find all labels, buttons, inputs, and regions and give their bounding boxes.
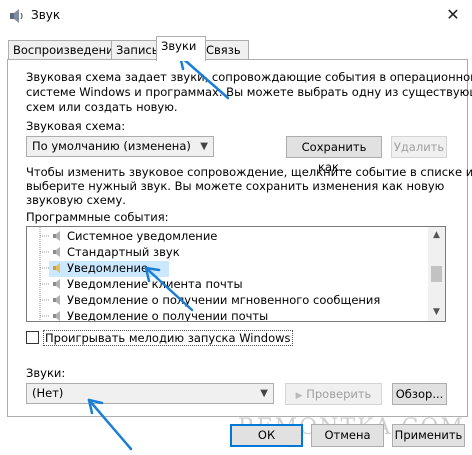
scheme-description-line-3: схем или создать новую. [26,100,178,114]
delete-button[interactable]: Удалить [391,136,447,158]
chevron-down-icon: ▼ [200,141,208,152]
speaker-icon [53,311,60,321]
scheme-description-line-1: Звуковая схема задает звуки, сопровождаю… [26,70,472,84]
browse-button[interactable]: Обзор... [392,383,447,405]
instruction-line-3: звуковую схему. [26,193,126,207]
cancel-button[interactable]: Отмена [311,424,384,447]
tab-recording[interactable]: Запись [111,40,162,60]
instruction-line-1: Чтобы изменить звуковое сопровождение, щ… [26,165,472,179]
scheme-select[interactable]: По умолчанию (изменена) ▼ [26,136,214,157]
scroll-down-icon[interactable]: ▼ [428,304,445,321]
tab-communications[interactable]: Связь [201,40,249,60]
ok-button[interactable]: ОК [230,424,303,447]
list-item-selected[interactable]: Уведомление [67,260,148,276]
speaker-icon [53,295,60,305]
close-icon[interactable]: ✕ [441,4,465,26]
list-item[interactable]: Уведомление клиента почты [67,276,243,292]
startup-sound-label[interactable]: Проигрывать мелодию запуска Windows [43,330,293,346]
tab-strip: Воспроизведение Запись Звуки Связь [8,36,468,61]
events-scrollbar[interactable]: ▲ ▼ [428,227,445,321]
sounds-label: Звуки: [26,366,66,380]
speaker-icon [53,279,60,289]
scheme-label: Звуковая схема: [26,119,126,133]
scrollbar-thumb[interactable] [431,266,442,282]
window-title: Звук [31,8,61,22]
list-item[interactable]: Уведомление о получении мгновенного сооб… [67,292,380,308]
startup-sound-checkbox[interactable] [26,331,39,344]
scheme-select-value: По умолчанию (изменена) [32,139,191,153]
sounds-select-value: (Нет) [32,386,64,400]
test-button[interactable]: ▶ Проверить [285,383,382,405]
list-item[interactable]: Уведомление о получении почты [67,308,268,321]
list-item[interactable]: Системное уведомление [67,228,217,244]
chevron-down-icon: ▼ [260,388,268,399]
list-item[interactable]: Стандартный звук [67,244,180,260]
tab-sounds[interactable]: Звуки [156,36,206,61]
save-as-button[interactable]: Сохранить как... [286,136,382,174]
tab-playback[interactable]: Воспроизведение [8,40,121,60]
scheme-description-line-2: системе Windows и программах. Вы можете … [26,85,472,99]
sounds-select[interactable]: (Нет) ▼ [26,383,274,404]
play-icon: ▶ [295,391,303,401]
events-listbox[interactable]: Системное уведомление Стандартный звук У… [26,226,446,322]
instruction-line-2: выберите нужный звук. Вы можете сохранит… [26,179,445,193]
speaker-icon [53,263,60,273]
speaker-icon [53,231,60,241]
speaker-icon [53,247,60,257]
scroll-up-icon[interactable]: ▲ [428,227,445,244]
speaker-icon [10,9,23,23]
title-bar [0,0,472,32]
apply-button[interactable]: Применить [392,424,465,447]
test-button-label: Проверить [306,387,372,401]
events-label: Программные события: [26,210,169,224]
